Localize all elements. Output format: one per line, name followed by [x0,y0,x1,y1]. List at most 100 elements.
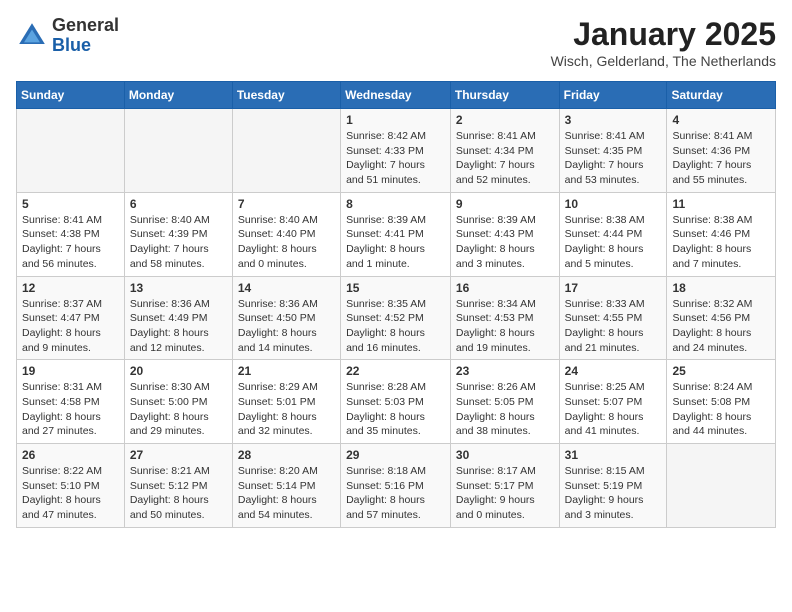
day-info: Sunrise: 8:26 AM Sunset: 5:05 PM Dayligh… [456,380,554,439]
weekday-header-sunday: Sunday [17,82,125,109]
weekday-header-friday: Friday [559,82,667,109]
calendar-cell: 31Sunrise: 8:15 AM Sunset: 5:19 PM Dayli… [559,444,667,528]
week-row-1: 1 Sunrise: 8:42 AM Sunset: 4:33 PM Daylig… [17,109,776,193]
day-number: 2 [456,113,554,127]
day-number: 5 [22,197,119,211]
day-info: Sunrise: 8:39 AM Sunset: 4:41 PM Dayligh… [346,213,445,272]
day-info: Sunrise: 8:18 AM Sunset: 5:16 PM Dayligh… [346,464,445,523]
calendar-cell [17,109,125,193]
calendar-cell: 22 Sunrise: 8:28 AM Sunset: 5:03 PM Dayli… [341,360,451,444]
calendar-cell: 17 Sunrise: 8:33 AM Sunset: 4:55 PM Dayli… [559,276,667,360]
day-number: 7 [238,197,335,211]
day-info: Sunrise: 8:36 AM Sunset: 4:50 PM Dayligh… [238,297,335,356]
calendar-cell: 7Sunrise: 8:40 AM Sunset: 4:40 PM Daylig… [232,192,340,276]
day-info: Sunrise: 8:28 AM Sunset: 5:03 PM Dayligh… [346,380,445,439]
calendar-cell: 15Sunrise: 8:35 AM Sunset: 4:52 PM Dayli… [341,276,451,360]
day-info: Sunrise: 8:34 AM Sunset: 4:53 PM Dayligh… [456,297,554,356]
day-number: 26 [22,448,119,462]
calendar-cell: 28Sunrise: 8:20 AM Sunset: 5:14 PM Dayli… [232,444,340,528]
day-number: 12 [22,281,119,295]
day-number: 3 [565,113,662,127]
weekday-header-row: SundayMondayTuesdayWednesdayThursdayFrid… [17,82,776,109]
calendar-cell: 5 Sunrise: 8:41 AM Sunset: 4:38 PM Daylig… [17,192,125,276]
weekday-header-monday: Monday [124,82,232,109]
day-info: Sunrise: 8:31 AM Sunset: 4:58 PM Dayligh… [22,380,119,439]
day-number: 24 [565,364,662,378]
calendar-cell: 29 Sunrise: 8:18 AM Sunset: 5:16 PM Dayli… [341,444,451,528]
week-row-4: 19 Sunrise: 8:31 AM Sunset: 4:58 PM Dayli… [17,360,776,444]
calendar-cell: 18 Sunrise: 8:32 AM Sunset: 4:56 PM Dayli… [667,276,776,360]
day-number: 30 [456,448,554,462]
calendar-cell: 27Sunrise: 8:21 AM Sunset: 5:12 PM Dayli… [124,444,232,528]
calendar-table: SundayMondayTuesdayWednesdayThursdayFrid… [16,81,776,528]
day-number: 16 [456,281,554,295]
location-subtitle: Wisch, Gelderland, The Netherlands [551,53,776,69]
day-info: Sunrise: 8:29 AM Sunset: 5:01 PM Dayligh… [238,380,335,439]
day-number: 8 [346,197,445,211]
day-info: Sunrise: 8:40 AM Sunset: 4:39 PM Dayligh… [130,213,227,272]
calendar-cell: 2 Sunrise: 8:41 AM Sunset: 4:34 PM Daylig… [450,109,559,193]
weekday-header-wednesday: Wednesday [341,82,451,109]
day-number: 23 [456,364,554,378]
day-number: 4 [672,113,770,127]
day-number: 18 [672,281,770,295]
day-number: 13 [130,281,227,295]
calendar-cell: 10 Sunrise: 8:38 AM Sunset: 4:44 PM Dayli… [559,192,667,276]
day-number: 22 [346,364,445,378]
day-number: 1 [346,113,445,127]
calendar-cell: 26 Sunrise: 8:22 AM Sunset: 5:10 PM Dayli… [17,444,125,528]
day-info: Sunrise: 8:39 AM Sunset: 4:43 PM Dayligh… [456,213,554,272]
calendar-cell [232,109,340,193]
title-block: January 2025 Wisch, Gelderland, The Neth… [551,16,776,69]
day-info: Sunrise: 8:15 AM Sunset: 5:19 PM Dayligh… [565,464,662,523]
calendar-cell: 19 Sunrise: 8:31 AM Sunset: 4:58 PM Dayli… [17,360,125,444]
calendar-cell: 9Sunrise: 8:39 AM Sunset: 4:43 PM Daylig… [450,192,559,276]
day-info: Sunrise: 8:41 AM Sunset: 4:35 PM Dayligh… [565,129,662,188]
day-number: 6 [130,197,227,211]
logo-blue: Blue [52,35,91,55]
calendar-cell: 24 Sunrise: 8:25 AM Sunset: 5:07 PM Dayli… [559,360,667,444]
calendar-cell: 13 Sunrise: 8:36 AM Sunset: 4:49 PM Dayli… [124,276,232,360]
day-number: 14 [238,281,335,295]
day-number: 27 [130,448,227,462]
day-info: Sunrise: 8:17 AM Sunset: 5:17 PM Dayligh… [456,464,554,523]
logo: General Blue [16,16,119,56]
day-info: Sunrise: 8:41 AM Sunset: 4:36 PM Dayligh… [672,129,770,188]
calendar-cell: 6 Sunrise: 8:40 AM Sunset: 4:39 PM Daylig… [124,192,232,276]
day-number: 19 [22,364,119,378]
calendar-cell: 1 Sunrise: 8:42 AM Sunset: 4:33 PM Daylig… [341,109,451,193]
day-number: 29 [346,448,445,462]
calendar-cell: 16 Sunrise: 8:34 AM Sunset: 4:53 PM Dayli… [450,276,559,360]
calendar-cell: 3 Sunrise: 8:41 AM Sunset: 4:35 PM Daylig… [559,109,667,193]
day-number: 25 [672,364,770,378]
weekday-header-tuesday: Tuesday [232,82,340,109]
day-info: Sunrise: 8:41 AM Sunset: 4:38 PM Dayligh… [22,213,119,272]
day-number: 10 [565,197,662,211]
day-info: Sunrise: 8:38 AM Sunset: 4:44 PM Dayligh… [565,213,662,272]
week-row-5: 26 Sunrise: 8:22 AM Sunset: 5:10 PM Dayli… [17,444,776,528]
logo-icon [16,20,48,52]
day-info: Sunrise: 8:32 AM Sunset: 4:56 PM Dayligh… [672,297,770,356]
page-header: General Blue January 2025 Wisch, Gelderl… [16,16,776,69]
day-info: Sunrise: 8:41 AM Sunset: 4:34 PM Dayligh… [456,129,554,188]
day-info: Sunrise: 8:22 AM Sunset: 5:10 PM Dayligh… [22,464,119,523]
day-number: 20 [130,364,227,378]
day-number: 21 [238,364,335,378]
day-info: Sunrise: 8:38 AM Sunset: 4:46 PM Dayligh… [672,213,770,272]
calendar-cell [124,109,232,193]
calendar-cell: 23 Sunrise: 8:26 AM Sunset: 5:05 PM Dayli… [450,360,559,444]
calendar-cell: 14 Sunrise: 8:36 AM Sunset: 4:50 PM Dayli… [232,276,340,360]
day-info: Sunrise: 8:35 AM Sunset: 4:52 PM Dayligh… [346,297,445,356]
day-info: Sunrise: 8:33 AM Sunset: 4:55 PM Dayligh… [565,297,662,356]
day-info: Sunrise: 8:20 AM Sunset: 5:14 PM Dayligh… [238,464,335,523]
day-info: Sunrise: 8:42 AM Sunset: 4:33 PM Dayligh… [346,129,445,188]
day-number: 17 [565,281,662,295]
weekday-header-thursday: Thursday [450,82,559,109]
calendar-cell: 30 Sunrise: 8:17 AM Sunset: 5:17 PM Dayli… [450,444,559,528]
logo-general: General [52,15,119,35]
calendar-cell: 12Sunrise: 8:37 AM Sunset: 4:47 PM Dayli… [17,276,125,360]
day-info: Sunrise: 8:25 AM Sunset: 5:07 PM Dayligh… [565,380,662,439]
day-info: Sunrise: 8:36 AM Sunset: 4:49 PM Dayligh… [130,297,227,356]
week-row-2: 5 Sunrise: 8:41 AM Sunset: 4:38 PM Daylig… [17,192,776,276]
day-info: Sunrise: 8:24 AM Sunset: 5:08 PM Dayligh… [672,380,770,439]
